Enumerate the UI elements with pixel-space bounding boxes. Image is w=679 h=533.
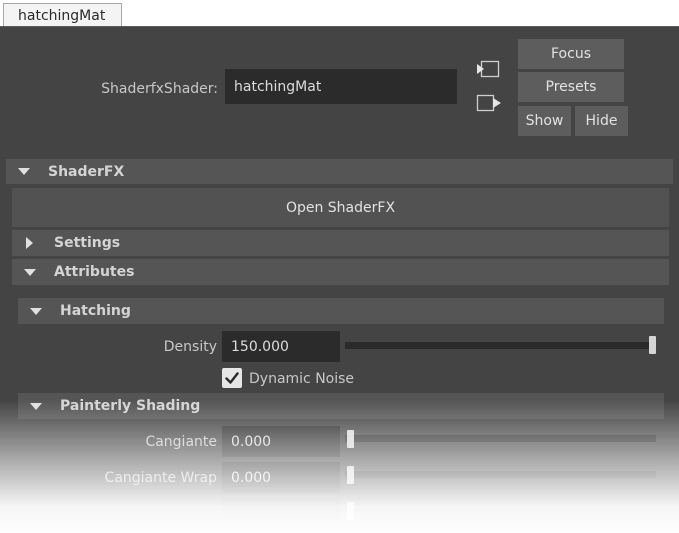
collapse-triangle-icon: [18, 168, 30, 175]
show-button[interactable]: Show: [518, 106, 571, 136]
section-attributes-label: Attributes: [54, 264, 135, 280]
dynamic-noise-label: Dynamic Noise: [249, 371, 355, 387]
input-connection-icon[interactable]: [475, 57, 501, 81]
cangiante-wrap-slider-handle[interactable]: [347, 466, 354, 484]
cangiante-field[interactable]: 0.000: [222, 426, 340, 457]
shader-type-label: ShaderfxShader:: [101, 81, 218, 97]
focus-button[interactable]: Focus: [518, 39, 624, 69]
next-attribute-slider-handle[interactable]: [347, 502, 354, 520]
cangiante-label: Cangiante: [145, 434, 217, 450]
hide-button[interactable]: Hide: [575, 106, 628, 136]
checkmark-icon: [225, 372, 239, 384]
output-connection-icon[interactable]: [475, 91, 503, 115]
section-settings-label: Settings: [54, 235, 121, 251]
cangiante-wrap-field[interactable]: 0.000: [222, 462, 340, 493]
attribute-editor: hatchingMat ShaderfxShader: hatchingMat …: [0, 0, 679, 533]
section-hatching-label: Hatching: [60, 303, 131, 319]
editor-body: ShaderfxShader: hatchingMat Focus Preset…: [0, 26, 679, 533]
density-slider-track[interactable]: [345, 342, 656, 349]
collapse-triangle-icon: [24, 268, 36, 276]
section-painterly-shading-label: Painterly Shading: [60, 398, 201, 414]
dynamic-noise-checkbox[interactable]: [222, 368, 242, 388]
density-slider-handle[interactable]: [649, 336, 656, 354]
cangiante-slider-track[interactable]: [345, 435, 656, 442]
shader-name-field[interactable]: hatchingMat: [225, 69, 457, 104]
section-painterly-shading[interactable]: Painterly Shading: [18, 393, 664, 419]
density-field[interactable]: 150.000: [222, 331, 340, 362]
next-attribute-field[interactable]: [222, 498, 340, 529]
open-shaderfx-button[interactable]: Open ShaderFX: [12, 188, 669, 227]
section-hatching[interactable]: Hatching: [18, 298, 664, 324]
cangiante-wrap-label: Cangiante Wrap: [104, 470, 217, 486]
density-label: Density: [163, 339, 217, 355]
section-shaderfx[interactable]: ShaderFX: [6, 159, 673, 184]
expand-triangle-icon: [26, 237, 33, 249]
collapse-triangle-icon: [30, 307, 42, 315]
cangiante-wrap-slider-track[interactable]: [345, 471, 656, 478]
section-attributes[interactable]: Attributes: [12, 259, 669, 285]
section-settings[interactable]: Settings: [12, 230, 669, 256]
cangiante-slider-handle[interactable]: [347, 430, 354, 448]
collapse-triangle-icon: [30, 402, 42, 410]
tab-hatchingmat[interactable]: hatchingMat: [3, 3, 122, 27]
section-shaderfx-label: ShaderFX: [48, 163, 125, 180]
presets-button[interactable]: Presets: [518, 72, 624, 102]
